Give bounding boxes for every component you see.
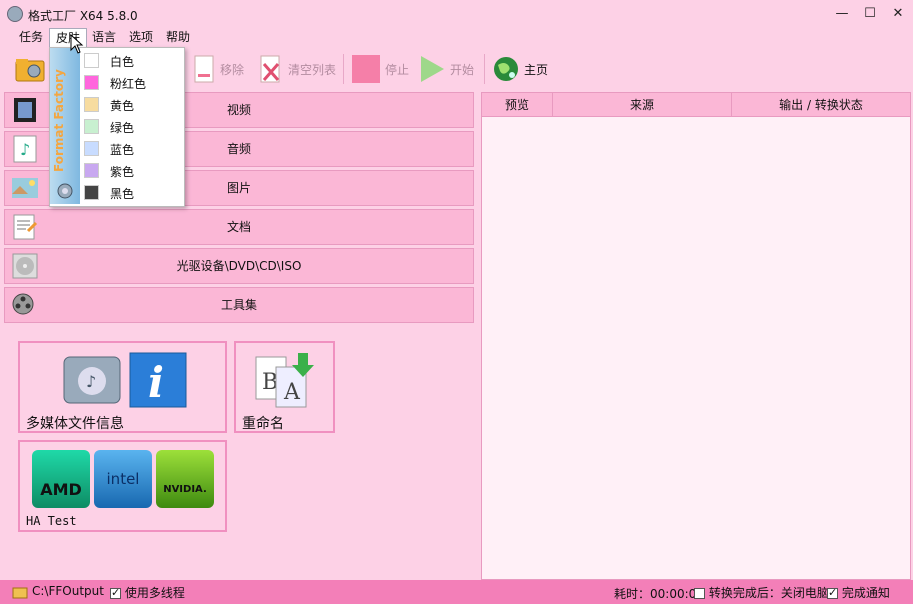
nvidia-logo-icon: NVIDIA. [156, 450, 214, 508]
rename-icon: BA [255, 353, 314, 408]
media-info-icon: ♪ [63, 356, 121, 404]
brand-strip: Format Factory [50, 48, 80, 204]
rename-label: 重命名 [242, 416, 284, 432]
svg-text:♪: ♪ [86, 372, 96, 391]
skin-dropdown-menu: Format Factory 白色 粉红色 黄色 绿色 蓝色 紫色 黑色 [49, 47, 185, 207]
tool-media-info[interactable]: ♪ i 多媒体文件信息 [18, 341, 227, 433]
column-header-output[interactable]: 输出 / 转换状态 [732, 93, 910, 117]
category-label: 工具集 [220, 298, 257, 312]
folder-icon [15, 59, 45, 82]
category-document[interactable]: 文档 [4, 209, 474, 245]
skin-option-green[interactable]: 绿色 [84, 117, 180, 137]
skin-option-label: 白色 [110, 55, 135, 69]
color-swatch [84, 141, 99, 156]
elapsed-time: 耗时：00:00:00 [614, 587, 704, 601]
stop-label: 停止 [385, 62, 410, 77]
color-swatch [84, 163, 99, 178]
skin-option-label: 黄色 [110, 99, 135, 113]
menu-options[interactable]: 选项 [123, 28, 159, 46]
output-path-link[interactable]: C:\FFOutput [32, 584, 104, 598]
title-bar: 格式工厂 X64 5.8.0 — ☐ ✕ [0, 0, 913, 28]
minimize-button[interactable]: — [828, 4, 856, 24]
globe-icon [494, 57, 518, 81]
clear-list-button[interactable]: 清空列表 [258, 52, 336, 86]
checkbox-icon [694, 588, 705, 599]
checkbox-icon [827, 586, 838, 599]
color-swatch [84, 53, 99, 68]
category-tools[interactable]: 工具集 [4, 287, 474, 323]
menu-language[interactable]: 语言 [86, 28, 122, 46]
status-bar: C:\FFOutput 使用多线程 耗时：00:00:00 转换完成后：关闭电脑… [0, 580, 913, 604]
ha-test-label: HA Test [26, 514, 77, 528]
notify-label: 完成通知 [841, 586, 890, 600]
skin-option-blue[interactable]: 蓝色 [84, 139, 180, 159]
folder-icon [12, 587, 28, 599]
brand-text: Format Factory [52, 69, 66, 173]
task-list-table[interactable]: 预览 来源 输出 / 转换状态 [481, 92, 911, 580]
menu-bar: 任务 皮肤 语言 选项 帮助 [0, 28, 913, 48]
multithread-label: 使用多线程 [124, 586, 185, 600]
stop-button[interactable]: 停止 [351, 52, 409, 86]
skin-option-label: 紫色 [110, 165, 135, 179]
svg-text:i: i [148, 358, 164, 407]
clear-list-label: 清空列表 [288, 62, 337, 77]
close-button[interactable]: ✕ [884, 4, 912, 24]
app-logo-icon [57, 183, 73, 199]
info-icon: i [129, 352, 187, 408]
svg-text:A: A [283, 380, 301, 405]
category-optical[interactable]: 光驱设备\DVD\CD\ISO [4, 248, 474, 284]
menu-task[interactable]: 任务 [13, 28, 49, 46]
amd-logo-icon: AMD [32, 450, 90, 508]
play-icon [421, 56, 444, 82]
color-swatch [84, 97, 99, 112]
remove-icon [194, 55, 214, 83]
shutdown-label: 转换完成后：关闭电脑 [708, 586, 829, 600]
mouse-cursor-icon [70, 34, 84, 54]
maximize-button[interactable]: ☐ [856, 4, 884, 24]
home-label: 主页 [524, 62, 549, 77]
checkbox-icon [110, 586, 121, 599]
start-button[interactable]: 开始 [418, 52, 474, 86]
menu-help[interactable]: 帮助 [160, 28, 196, 46]
column-header-preview[interactable]: 预览 [482, 93, 553, 117]
skin-option-white[interactable]: 白色 [84, 51, 180, 71]
toolbar-separator [343, 54, 344, 84]
color-swatch [84, 119, 99, 134]
skin-option-label: 黑色 [110, 187, 135, 201]
stop-icon [352, 55, 380, 83]
intel-logo-icon: intel [94, 450, 152, 508]
tool-ha-test[interactable]: AMD intel NVIDIA. HA Test [18, 440, 227, 532]
app-icon [7, 6, 23, 22]
category-label: 文档 [226, 220, 251, 234]
toolbar-separator [484, 54, 485, 84]
start-label: 开始 [450, 62, 475, 77]
color-swatch [84, 75, 99, 90]
clear-list-icon [260, 55, 280, 83]
tool-rename[interactable]: BA 重命名 [234, 341, 335, 433]
skin-option-purple[interactable]: 紫色 [84, 161, 180, 181]
skin-option-label: 粉红色 [110, 77, 147, 91]
skin-option-yellow[interactable]: 黄色 [84, 95, 180, 115]
skin-option-label: 绿色 [110, 121, 135, 135]
color-swatch [84, 185, 99, 200]
window-title: 格式工厂 X64 5.8.0 [28, 9, 138, 23]
skin-option-black[interactable]: 黑色 [84, 183, 180, 203]
notify-checkbox[interactable]: 完成通知 [827, 584, 890, 601]
media-info-label: 多媒体文件信息 [26, 416, 124, 432]
column-header-source[interactable]: 来源 [553, 93, 732, 117]
skin-option-label: 蓝色 [110, 143, 135, 157]
multithread-checkbox[interactable]: 使用多线程 [110, 584, 185, 601]
skin-option-pink[interactable]: 粉红色 [84, 73, 180, 93]
category-label: 光驱设备\DVD\CD\ISO [176, 259, 302, 273]
remove-label: 移除 [220, 62, 245, 77]
home-button[interactable]: 主页 [492, 52, 548, 86]
shutdown-checkbox[interactable]: 转换完成后：关闭电脑 [694, 584, 829, 601]
remove-button[interactable]: 移除 [192, 52, 244, 86]
output-folder-button[interactable] [14, 52, 46, 86]
